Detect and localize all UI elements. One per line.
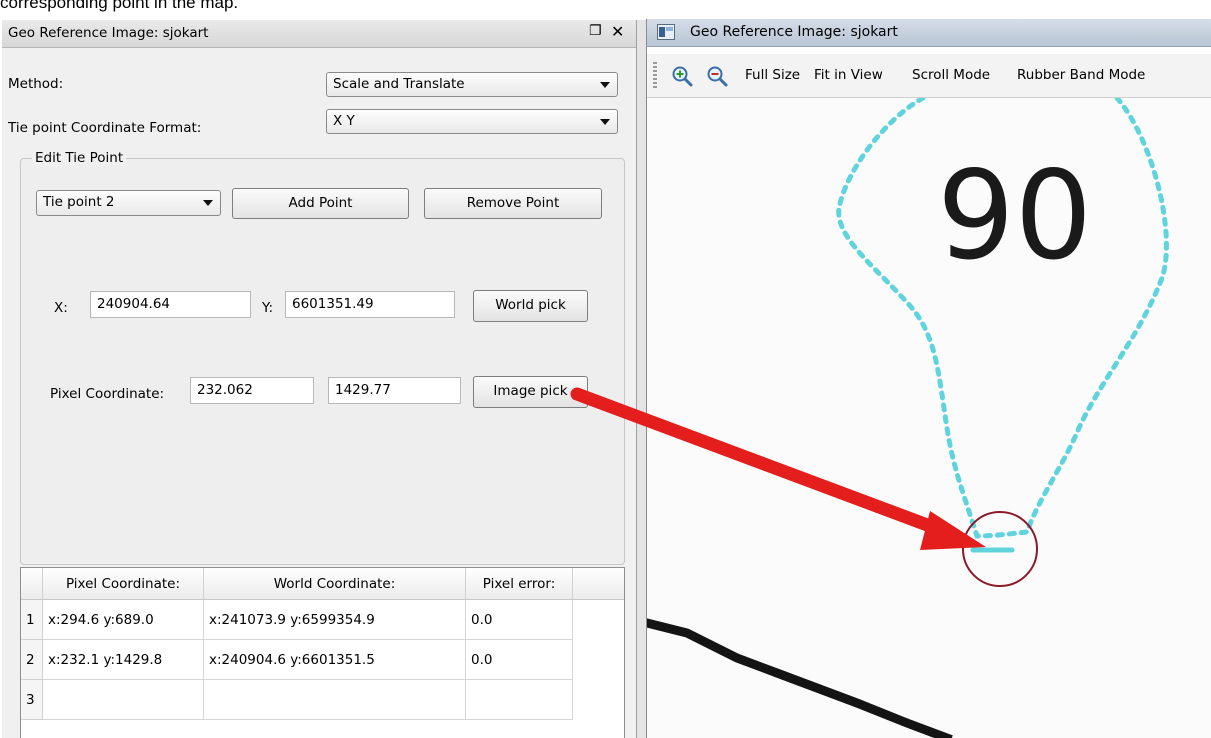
window-titlebar[interactable]: Geo Reference Image: sjokart (647, 19, 1211, 47)
method-select-value: Scale and Translate (333, 76, 465, 92)
chevron-down-icon (203, 200, 213, 206)
row-number[interactable]: 1 (21, 600, 43, 640)
splitter-handle[interactable] (637, 20, 646, 738)
world-pick-button[interactable]: World pick (473, 290, 588, 322)
pixel-y-field[interactable]: 1429.77 (328, 377, 461, 404)
pixel-x-field[interactable]: 232.062 (190, 377, 314, 404)
edit-tie-point-title: Edit Tie Point (32, 150, 127, 166)
dock-title: Geo Reference Image: sjokart (8, 25, 209, 41)
toolbar-grip[interactable] (653, 62, 657, 90)
table-cell-world[interactable]: x:240904.6 y:6601351.5 (204, 640, 466, 680)
method-label: Method: (8, 76, 64, 92)
row-number[interactable]: 2 (21, 640, 43, 680)
table-cell-error[interactable]: 0.0 (466, 640, 573, 680)
window-app-icon (657, 24, 675, 40)
table-cell-error[interactable] (466, 680, 573, 720)
column-header-pixel[interactable]: Pixel Coordinate: (43, 568, 204, 600)
zoom-in-icon[interactable] (671, 65, 693, 87)
format-select-value: X Y (333, 113, 355, 129)
map-image: 90 (647, 95, 1169, 738)
format-label: Tie point Coordinate Format: (8, 120, 202, 136)
dock-titlebar[interactable]: Geo Reference Image: sjokart ❐ ✕ (2, 20, 636, 48)
world-x-field[interactable]: 240904.64 (90, 291, 251, 318)
float-icon[interactable]: ❐ (589, 23, 602, 39)
row-number[interactable]: 3 (21, 680, 43, 720)
map-canvas[interactable]: 90 (647, 95, 1211, 738)
chevron-down-icon (600, 119, 610, 125)
column-header-world[interactable]: World Coordinate: (204, 568, 466, 600)
zoom-out-icon[interactable] (706, 65, 728, 87)
table-cell-pixel[interactable] (43, 680, 204, 720)
world-y-field[interactable]: 6601351.49 (285, 291, 455, 318)
column-header-empty (573, 568, 624, 600)
viewer-toolbar: Full Size Fit in View Scroll Mode Rubber… (647, 54, 1211, 98)
chevron-down-icon (600, 82, 610, 88)
rubber-band-mode-button[interactable]: Rubber Band Mode (1017, 67, 1145, 83)
scroll-mode-button[interactable]: Scroll Mode (912, 67, 990, 83)
column-header-error[interactable]: Pixel error: (466, 568, 573, 600)
table-corner-header (21, 568, 43, 600)
table-cell-pixel[interactable]: x:294.6 y:689.0 (43, 600, 204, 640)
remove-point-button[interactable]: Remove Point (424, 188, 602, 219)
tie-point-select-value: Tie point 2 (43, 194, 115, 210)
coastline-line (647, 618, 953, 738)
table-cell-world[interactable]: x:241073.9 y:6599354.9 (204, 600, 466, 640)
edit-tie-point-group (20, 158, 625, 565)
y-label: Y: (262, 300, 274, 316)
tie-point-table: Pixel Coordinate: World Coordinate: Pixe… (20, 567, 625, 738)
document-caption: corresponding point in the map. (0, 0, 239, 12)
window-title: Geo Reference Image: sjokart (690, 24, 898, 40)
coordinate-format-select[interactable]: X Y (326, 109, 618, 134)
pixel-coordinate-label: Pixel Coordinate: (50, 386, 165, 402)
full-size-button[interactable]: Full Size (745, 67, 800, 83)
image-pick-button[interactable]: Image pick (473, 376, 588, 408)
table-cell-world[interactable] (204, 680, 466, 720)
close-icon[interactable]: ✕ (611, 22, 624, 41)
depth-number-label: 90 (937, 145, 1092, 287)
table-cell-error[interactable]: 0.0 (466, 600, 573, 640)
geo-reference-image-window: Geo Reference Image: sjokart Full Size F… (646, 19, 1211, 738)
fit-in-view-button[interactable]: Fit in View (814, 67, 883, 83)
geo-reference-dock-panel: Geo Reference Image: sjokart ❐ ✕ Method:… (2, 20, 637, 738)
table-cell-pixel[interactable]: x:232.1 y:1429.8 (43, 640, 204, 680)
tie-point-select[interactable]: Tie point 2 (36, 190, 221, 216)
method-select[interactable]: Scale and Translate (326, 72, 618, 97)
add-point-button[interactable]: Add Point (232, 188, 409, 219)
x-label: X: (54, 300, 68, 316)
